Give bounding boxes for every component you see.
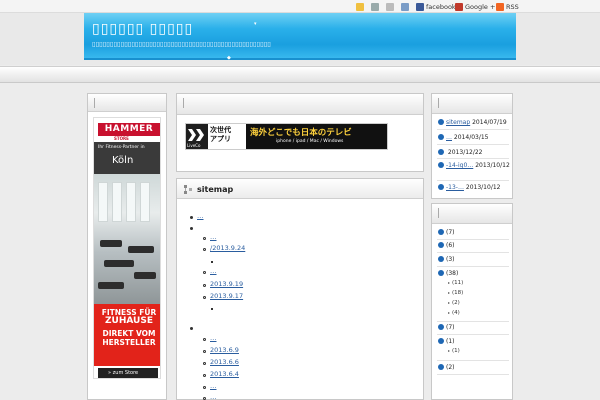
rss-icon (496, 2, 504, 11)
ad-devices: iphone / ipad / Mac / Windows (276, 139, 344, 144)
category-icon (438, 338, 444, 344)
sitemap-child-link[interactable]: … (210, 334, 217, 342)
category-icon (438, 270, 444, 276)
sitemap-child-link[interactable]: 2013.6.6 (210, 358, 239, 366)
header-banner: ▯▯▯▯▯▯ ▯▯▯▯▯ ▯▯▯▯▯▯▯▯▯▯▯▯▯▯▯▯▯▯▯▯▯▯▯▯▯▯▯… (84, 13, 516, 61)
post-icon (438, 119, 444, 125)
arrow-right-icon: ▸ (448, 300, 451, 305)
sitemap-child-link[interactable]: … (210, 382, 217, 390)
ad-brand-sub: STORE (114, 136, 129, 141)
category-item[interactable]: (1) (438, 338, 455, 345)
subcategory-item[interactable]: ▸ (18) (448, 290, 463, 296)
ad-chevron-icon: » (108, 370, 112, 376)
recent-posts-widget: sitemap 2014/07/19 … 2014/03/15 2013/12/… (431, 93, 513, 199)
ad-label: 次世代 アプリ (210, 126, 231, 143)
main-ad-panel: LiveCo 次世代 アプリ 海外どこでも日本のテレビ iphone / ipa… (176, 115, 424, 172)
subcategory-item[interactable]: ▸ (2) (448, 300, 460, 306)
google-plus-link[interactable]: Google +1 (455, 2, 500, 11)
post-icon (438, 162, 444, 168)
arrow-right-icon: ▸ (448, 290, 451, 295)
category-icon (438, 364, 444, 370)
edit-icon[interactable] (356, 2, 366, 11)
ad-headline-jp: 海外どこでも日本のテレビ (250, 128, 352, 138)
categories-widget: (7) (6) (3) (38) ▸ (11) ▸ (18) ▸ (2) ▸ (4) (… (431, 203, 513, 400)
left-sidebar-header (88, 94, 166, 112)
site-title[interactable]: ▯▯▯▯▯▯ ▯▯▯▯▯ (92, 21, 193, 37)
bookmark-icon[interactable] (401, 2, 411, 11)
banner-decoration-icon: ▾ (254, 21, 257, 27)
sitemap-child-link[interactable]: 2013.9.17 (210, 292, 243, 300)
sitemap-link[interactable]: … (197, 212, 204, 220)
category-item[interactable]: (6) (438, 242, 455, 249)
facebook-icon (416, 2, 424, 11)
category-icon (438, 256, 444, 262)
ad-tagline: Ihr Fitness-Partner in (98, 145, 145, 150)
sitemap-child-link[interactable]: … (210, 393, 217, 400)
google-plus-label: Google +1 (465, 2, 500, 11)
ad-logo-block: LiveCo (186, 124, 208, 149)
rss-link[interactable]: RSS (496, 2, 519, 11)
top-bar: facebook Google +1 RSS (0, 0, 600, 13)
category-item[interactable]: (2) (438, 364, 455, 371)
document-icon[interactable] (386, 2, 396, 11)
chevrons-icon (188, 129, 204, 141)
sitemap-child-link[interactable]: … (210, 267, 217, 275)
recent-post-item: -14-ig0… 2013/10/12 (438, 162, 510, 170)
left-ad-banner[interactable]: HAMMER STORE Ihr Fitness-Partner in Köln… (93, 117, 161, 379)
category-item[interactable]: (3) (438, 256, 455, 263)
ad-headline: FITNESS FÜR ZUHAUSE DIREKT VOM HERSTELLE… (101, 308, 157, 347)
arrow-right-icon: ▸ (448, 280, 451, 285)
subcategory-item[interactable]: ▸ (4) (448, 310, 460, 316)
ad-gym-photo (94, 174, 160, 304)
category-icon (438, 324, 444, 330)
arrow-right-icon: ▸ (448, 310, 451, 315)
main-header-bar (176, 93, 424, 115)
google-plus-icon (455, 2, 463, 11)
sitemap-child-link[interactable]: … (210, 233, 217, 241)
sitemap-child-link[interactable]: 2013.6.4 (210, 370, 239, 378)
subcategory-item[interactable]: ▸ (11) (448, 280, 463, 286)
recent-post-item: … 2014/03/15 (438, 134, 489, 141)
ad-city: Köln (112, 155, 134, 166)
category-icon (438, 242, 444, 248)
sitemap-child-link[interactable]: 2013.9.19 (210, 280, 243, 288)
ad-brand-logo: HAMMER (98, 123, 160, 136)
nav-bar (0, 66, 600, 83)
ad-store-button[interactable]: » zum Store (98, 368, 158, 378)
category-item[interactable]: (38) (438, 270, 458, 277)
category-icon (438, 229, 444, 235)
post-icon (438, 184, 444, 190)
rss-label: RSS (506, 2, 519, 11)
subcategory-item[interactable]: ▸ (1) (448, 348, 460, 354)
left-sidebar: HAMMER STORE Ihr Fitness-Partner in Köln… (87, 93, 167, 400)
facebook-link[interactable]: facebook (416, 2, 456, 11)
recent-post-item: 2013/12/22 (438, 149, 483, 156)
sitemap-header: sitemap (177, 179, 423, 199)
sitemap-icon (184, 185, 192, 194)
category-item[interactable]: (7) (438, 324, 455, 331)
recent-post-item: -13-… 2013/10/12 (438, 184, 500, 191)
post-icon (438, 149, 444, 155)
arrow-right-icon: ▸ (448, 348, 451, 353)
post-icon (438, 134, 444, 140)
facebook-label: facebook (426, 2, 456, 11)
sitemap-title: sitemap (197, 185, 234, 194)
sitemap-panel: sitemap … … /2013.9.24 … 2013.9.19 2013.… (176, 178, 424, 400)
person-icon[interactable] (371, 2, 381, 11)
sitemap-child-link[interactable]: /2013.9.24 (210, 244, 245, 252)
site-description: ▯▯▯▯▯▯▯▯▯▯▯▯▯▯▯▯▯▯▯▯▯▯▯▯▯▯▯▯▯▯▯▯▯▯▯▯▯▯▯▯… (92, 40, 271, 48)
main-ad-banner[interactable]: LiveCo 次世代 アプリ 海外どこでも日本のテレビ iphone / ipa… (185, 123, 388, 150)
sitemap-child-link[interactable]: 2013.6.9 (210, 346, 239, 354)
banner-arrow-icon: ◆ (227, 55, 231, 61)
category-item[interactable]: (7) (438, 229, 455, 236)
recent-post-item: sitemap 2014/07/19 (438, 119, 507, 126)
